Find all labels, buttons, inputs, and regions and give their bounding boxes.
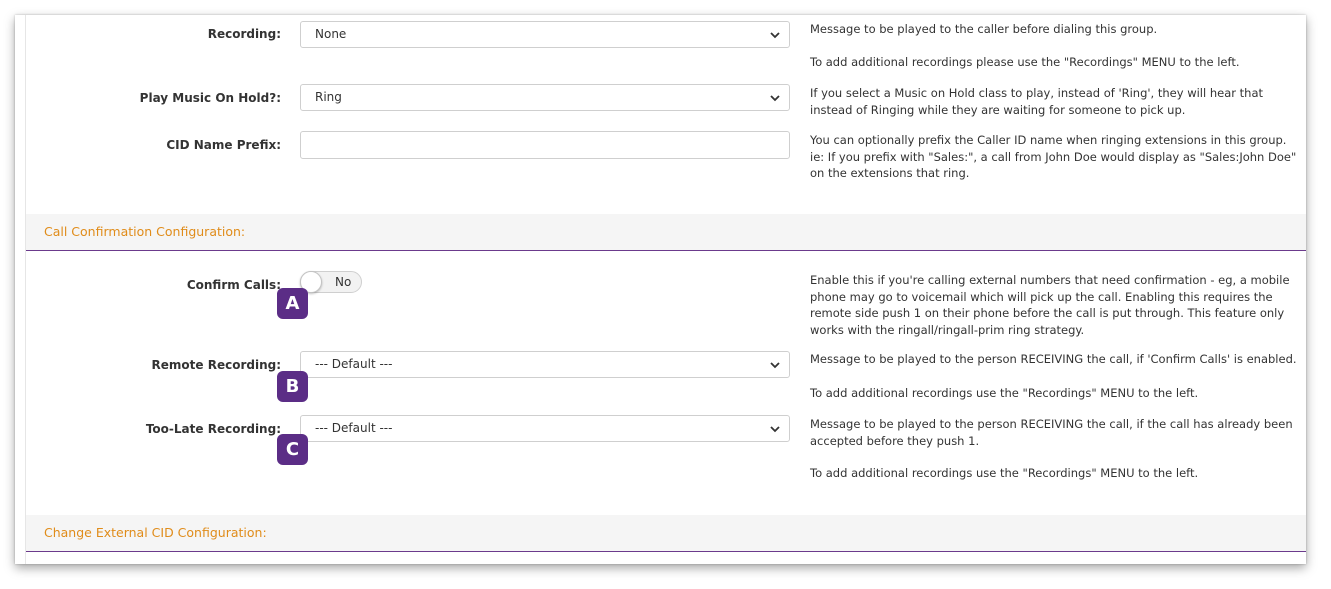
call-confirmation-section-header: Call Confirmation Configuration: [26,214,1306,251]
cid-name-prefix-help: You can optionally prefix the Caller ID … [810,133,1297,180]
too-late-recording-label: Too-Late Recording: [145,422,281,436]
too-late-recording-help-text: Message to be played to the person RECEI… [810,417,1293,448]
music-on-hold-value: Ring [315,90,342,104]
remote-recording-label: Remote Recording: [151,358,281,372]
remote-recording-select[interactable]: --- Default --- [300,351,790,378]
recording-help-note: To add additional recordings please use … [810,54,1240,69]
music-on-hold-label: Play Music On Hold?: [139,91,281,105]
chevron-down-icon [770,32,780,39]
cid-name-prefix-label: CID Name Prefix: [166,138,281,152]
recording-select[interactable]: None [300,21,790,48]
marker-c: C [277,434,308,465]
confirm-calls-toggle-value: No [335,275,352,289]
confirm-calls-label: Confirm Calls: [186,278,281,292]
remote-recording-help-text: Message to be played to the person RECEI… [810,352,1297,366]
music-on-hold-help: If you select a Music on Hold class to p… [810,86,1263,117]
remote-recording-value: --- Default --- [315,357,393,371]
marker-b: B [277,371,308,402]
recording-help: Message to be played to the caller befor… [810,21,1302,70]
change-external-cid-section-header: Change External CID Configuration: [26,515,1306,552]
settings-panel: Recording: None Message to be played to … [15,15,1306,564]
chevron-down-icon [770,426,780,433]
recording-select-value: None [315,27,347,41]
too-late-recording-value: --- Default --- [315,421,393,435]
remote-recording-help: Message to be played to the person RECEI… [810,351,1302,401]
too-late-recording-help-note: To add additional recordings use the "Re… [810,466,1199,480]
confirm-calls-toggle[interactable]: No [300,271,362,293]
recording-help-text: Message to be played to the caller befor… [810,22,1158,36]
music-on-hold-select[interactable]: Ring [300,84,790,111]
recording-label: Recording: [207,27,281,41]
too-late-recording-help: Message to be played to the person RECEI… [810,416,1302,482]
remote-recording-help-note: To add additional recordings use the "Re… [810,385,1199,400]
section-title: Call Confirmation Configuration: [44,224,246,239]
cid-name-prefix-input[interactable] [300,131,790,159]
too-late-recording-select[interactable]: --- Default --- [300,415,790,442]
chevron-down-icon [770,95,780,102]
section-title: Change External CID Configuration: [44,525,267,540]
chevron-down-icon [770,362,780,369]
marker-a: A [277,288,308,319]
left-border [25,15,26,564]
confirm-calls-help: Enable this if you're calling external n… [810,273,1290,337]
